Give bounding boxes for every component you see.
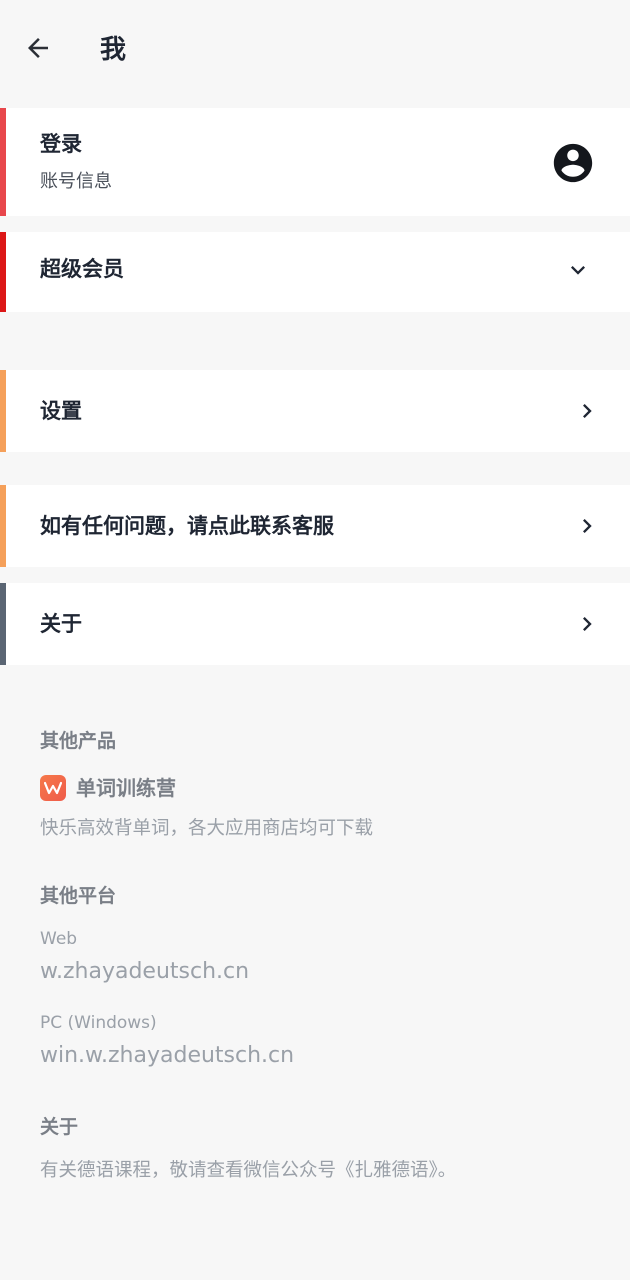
product-item[interactable]: 单词训练营 [40, 773, 600, 803]
login-subtitle: 账号信息 [40, 171, 112, 192]
account-circle-icon [553, 143, 593, 183]
back-button[interactable] [18, 28, 58, 68]
pc-label: PC (Windows) [40, 1013, 157, 1033]
settings-title: 设置 [40, 399, 82, 423]
support-title: 如有任何问题，请点此联系客服 [40, 514, 334, 538]
vip-card-accent [0, 232, 6, 312]
app-header: 我 [0, 0, 630, 100]
about-card-accent [0, 583, 6, 665]
pc-link[interactable]: win.w.zhayadeutsch.cn [40, 1040, 600, 1072]
vip-title: 超级会员 [40, 257, 124, 281]
support-chevron [572, 511, 602, 541]
other-products-section: 其他产品 单词训练营 快乐高效背单词，各大应用商店均可下载 [40, 727, 600, 843]
login-card[interactable]: 登录 账号信息 [0, 108, 630, 216]
chevron-right-icon [583, 404, 592, 418]
vip-expand-button[interactable] [562, 254, 594, 286]
settings-card-accent [0, 370, 6, 452]
arrow-left-icon [28, 38, 48, 58]
support-card[interactable]: 如有任何问题，请点此联系客服 [0, 485, 630, 567]
avatar[interactable] [550, 140, 596, 186]
about-heading: 关于 [40, 1116, 79, 1138]
support-card-accent [0, 485, 6, 567]
login-title: 登录 [40, 132, 82, 156]
product-description: 快乐高效背单词，各大应用商店均可下载 [40, 818, 374, 839]
chevron-down-icon [571, 266, 585, 275]
page-title: 我 [100, 35, 127, 65]
about-title: 关于 [40, 612, 82, 636]
about-text: 有关德语课程，敬请查看微信公众号《扎雅德语》。 [40, 1160, 457, 1181]
about-chevron [572, 609, 602, 639]
other-platforms-heading: 其他平台 [40, 885, 117, 907]
vip-card[interactable]: 超级会员 [0, 232, 630, 312]
settings-card[interactable]: 设置 [0, 370, 630, 452]
chevron-right-icon [583, 519, 592, 533]
product-name: 单词训练营 [76, 776, 176, 800]
login-card-accent [0, 108, 6, 216]
web-link[interactable]: w.zhayadeutsch.cn [40, 956, 600, 988]
settings-chevron [572, 396, 602, 426]
other-platforms-section: 其他平台 Web w.zhayadeutsch.cn PC (Windows) … [40, 882, 600, 1072]
other-products-heading: 其他产品 [40, 730, 117, 752]
chevron-right-icon [583, 617, 592, 631]
product-logo-icon [40, 775, 66, 801]
about-card[interactable]: 关于 [0, 583, 630, 665]
about-section: 关于 有关德语课程，敬请查看微信公众号《扎雅德语》。 [40, 1113, 600, 1185]
web-label: Web [40, 929, 78, 949]
